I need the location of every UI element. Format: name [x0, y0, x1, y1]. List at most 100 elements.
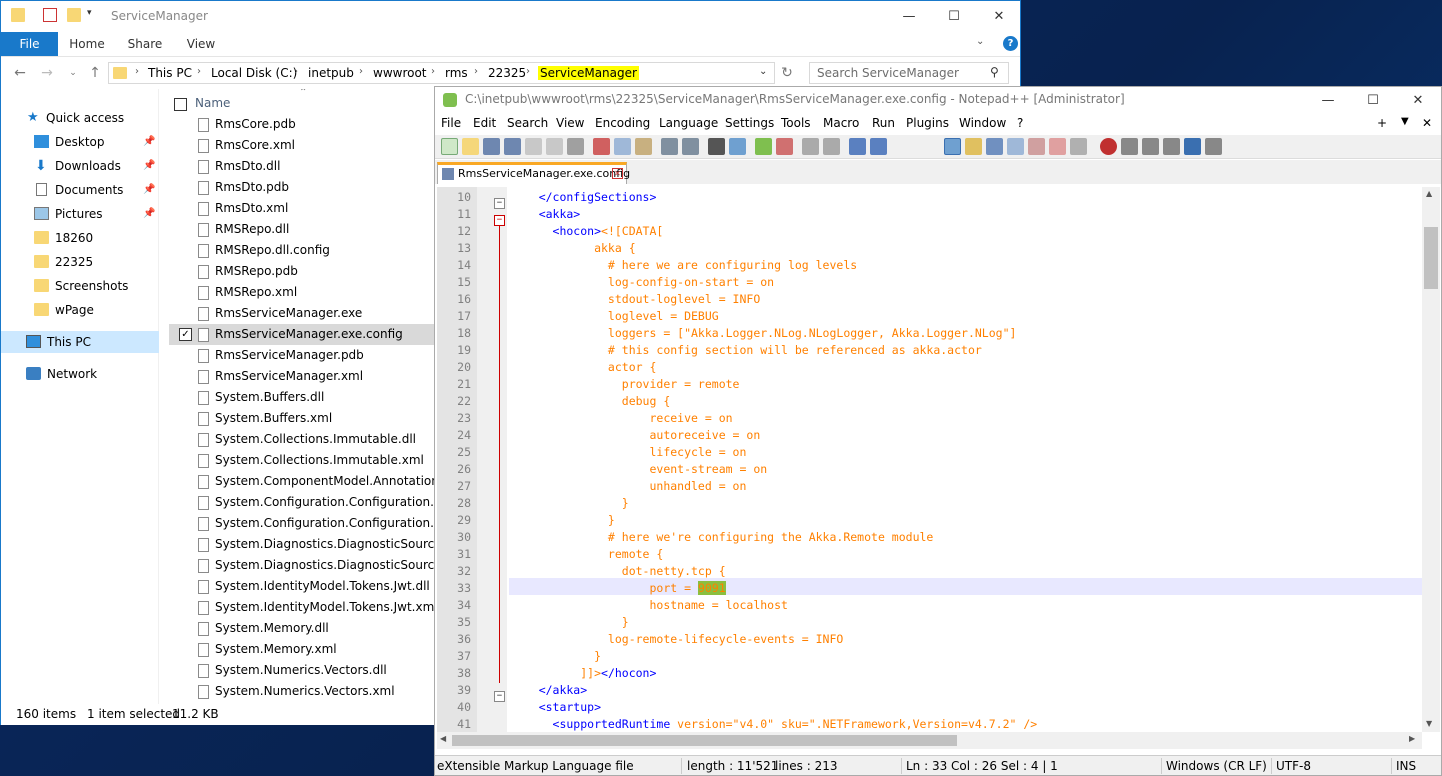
close-all-icon[interactable] — [546, 138, 563, 155]
nav-network[interactable]: Network — [1, 363, 159, 385]
vertical-scroll-thumb[interactable] — [1424, 227, 1438, 289]
replace-icon[interactable] — [729, 138, 746, 155]
scroll-left-icon[interactable]: ◀ — [440, 734, 446, 743]
fold-toggle-icon[interactable]: − — [494, 215, 505, 226]
minimize-button[interactable]: — — [886, 1, 932, 32]
search-input[interactable]: Search ServiceManager ⚲ — [809, 62, 1009, 84]
sync-horizontal-icon[interactable] — [823, 138, 840, 155]
chevron-down-icon[interactable]: ⌄ — [759, 66, 767, 77]
file-row[interactable]: RMSRepo.dll.config — [169, 240, 435, 261]
chevron-down-icon[interactable]: ▼ — [1401, 116, 1409, 127]
file-row[interactable]: RMSRepo.dll — [169, 219, 435, 240]
horizontal-scrollbar[interactable]: ◀ ▶ — [437, 732, 1422, 749]
back-arrow-icon[interactable]: ← — [10, 63, 30, 83]
chevron-down-icon[interactable]: ⌄ — [976, 36, 984, 47]
menu-macro[interactable]: Macro — [823, 116, 859, 130]
file-row[interactable]: System.Configuration.Configuration... — [169, 513, 435, 534]
nav-this-pc[interactable]: This PC — [1, 331, 159, 353]
sync-vertical-icon[interactable] — [802, 138, 819, 155]
file-row[interactable]: System.Numerics.Vectors.dll — [169, 660, 435, 681]
file-row[interactable]: RmsServiceManager.xml — [169, 366, 435, 387]
select-all-checkbox[interactable] — [174, 98, 187, 111]
file-row[interactable]: RMSRepo.pdb — [169, 261, 435, 282]
tab-home[interactable]: Home — [65, 32, 109, 56]
file-row[interactable]: System.Memory.dll — [169, 618, 435, 639]
save-all-icon[interactable] — [504, 138, 521, 155]
pin-icon[interactable]: 📌 — [143, 155, 155, 177]
play-macro-icon[interactable] — [1142, 138, 1159, 155]
close-button[interactable]: ✕ — [976, 1, 1022, 32]
zoom-in-icon[interactable] — [755, 138, 772, 155]
file-row[interactable]: System.IdentityModel.Tokens.Jwt.xml — [169, 597, 435, 618]
refresh-icon[interactable]: ↻ — [777, 63, 797, 83]
minimize-button[interactable]: — — [1305, 87, 1351, 113]
save-icon[interactable] — [483, 138, 500, 155]
forward-arrow-icon[interactable]: → — [37, 63, 57, 83]
nav-downloads[interactable]: ⬇ Downloads 📌 — [1, 155, 159, 177]
menu-file[interactable]: File — [441, 116, 461, 130]
undo-icon[interactable] — [661, 138, 678, 155]
pin-icon[interactable]: 📌 — [143, 203, 155, 225]
file-row[interactable]: System.ComponentModel.Annotation... — [169, 471, 435, 492]
code-editor[interactable]: 10 11 12 13 14 15 16 17 18 19 20 21 22 23 24 25 26 27 28 29… — [437, 187, 1422, 732]
nav-desktop[interactable]: Desktop 📌 — [1, 131, 159, 153]
menu-help[interactable]: ? — [1017, 116, 1023, 130]
address-bar[interactable]: › This PC › Local Disk (C:) › inetpub › … — [108, 62, 775, 84]
new-file-icon[interactable] — [441, 138, 458, 155]
record-macro-icon[interactable] — [1100, 138, 1117, 155]
file-row[interactable]: System.Collections.Immutable.dll — [169, 429, 435, 450]
breadcrumb-wwwroot[interactable]: wwwroot — [373, 66, 427, 80]
doc-list-icon[interactable] — [1007, 138, 1024, 155]
nav-quick-access[interactable]: ★ Quick access — [1, 107, 159, 129]
maximize-button[interactable]: ☐ — [931, 1, 977, 32]
horizontal-scroll-thumb[interactable] — [452, 735, 957, 746]
properties-icon[interactable] — [43, 8, 57, 22]
fold-toggle-icon[interactable]: − — [494, 198, 505, 209]
file-row[interactable]: RmsCore.xml — [169, 135, 435, 156]
breadcrumb-local-disk[interactable]: Local Disk (C:) — [211, 66, 297, 80]
file-row[interactable]: System.Buffers.xml — [169, 408, 435, 429]
file-row[interactable]: RmsServiceManager.pdb — [169, 345, 435, 366]
copy-icon[interactable] — [614, 138, 631, 155]
folder-workspace-icon[interactable] — [1049, 138, 1066, 155]
row-checkbox[interactable]: ✓ — [179, 328, 192, 341]
indent-guide-icon[interactable] — [944, 138, 961, 155]
paste-icon[interactable] — [635, 138, 652, 155]
file-row[interactable]: System.Diagnostics.DiagnosticSource.... — [169, 534, 435, 555]
show-all-chars-icon[interactable] — [870, 138, 887, 155]
menu-encoding[interactable]: Encoding — [595, 116, 650, 130]
new-tab-plus-icon[interactable]: + — [1377, 116, 1387, 130]
help-icon[interactable]: ? — [1003, 36, 1018, 51]
file-row[interactable]: System.Memory.xml — [169, 639, 435, 660]
tab-share[interactable]: Share — [123, 32, 167, 56]
close-tab-icon[interactable]: ✕ — [612, 168, 623, 179]
column-header-name[interactable]: Name — [195, 96, 230, 110]
find-icon[interactable] — [708, 138, 725, 155]
file-row[interactable]: System.Diagnostics.DiagnosticSource.... — [169, 555, 435, 576]
fold-toggle-icon[interactable]: − — [494, 691, 505, 702]
breadcrumb-servicemanager[interactable]: ServiceManager — [538, 66, 639, 80]
breadcrumb-this-pc[interactable]: This PC — [148, 66, 192, 80]
doc-map-icon[interactable] — [986, 138, 1003, 155]
fast-forward-icon[interactable] — [1184, 138, 1201, 155]
cut-icon[interactable] — [593, 138, 610, 155]
zoom-out-icon[interactable] — [776, 138, 793, 155]
menu-language[interactable]: Language — [659, 116, 718, 130]
open-file-icon[interactable] — [462, 138, 479, 155]
breadcrumb-22325[interactable]: 22325 — [488, 66, 526, 80]
up-arrow-icon[interactable]: ↑ — [85, 63, 105, 83]
save-macro-icon[interactable] — [1205, 138, 1222, 155]
stop-macro-icon[interactable] — [1121, 138, 1138, 155]
close-button[interactable]: ✕ — [1395, 87, 1441, 113]
scroll-up-icon[interactable]: ▲ — [1426, 189, 1432, 198]
nav-folder-22325[interactable]: 22325 — [1, 251, 159, 273]
new-folder-icon[interactable] — [67, 8, 81, 22]
pin-icon[interactable]: 📌 — [143, 131, 155, 153]
file-row[interactable]: RmsCore.pdb — [169, 114, 435, 135]
file-row[interactable]: System.Numerics.Vectors.xml — [169, 681, 435, 702]
menu-settings[interactable]: Settings — [725, 116, 774, 130]
file-row[interactable]: RMSRepo.xml — [169, 282, 435, 303]
file-row[interactable]: RmsServiceManager.exe — [169, 303, 435, 324]
play-multiple-icon[interactable] — [1163, 138, 1180, 155]
nav-folder-18260[interactable]: 18260 — [1, 227, 159, 249]
